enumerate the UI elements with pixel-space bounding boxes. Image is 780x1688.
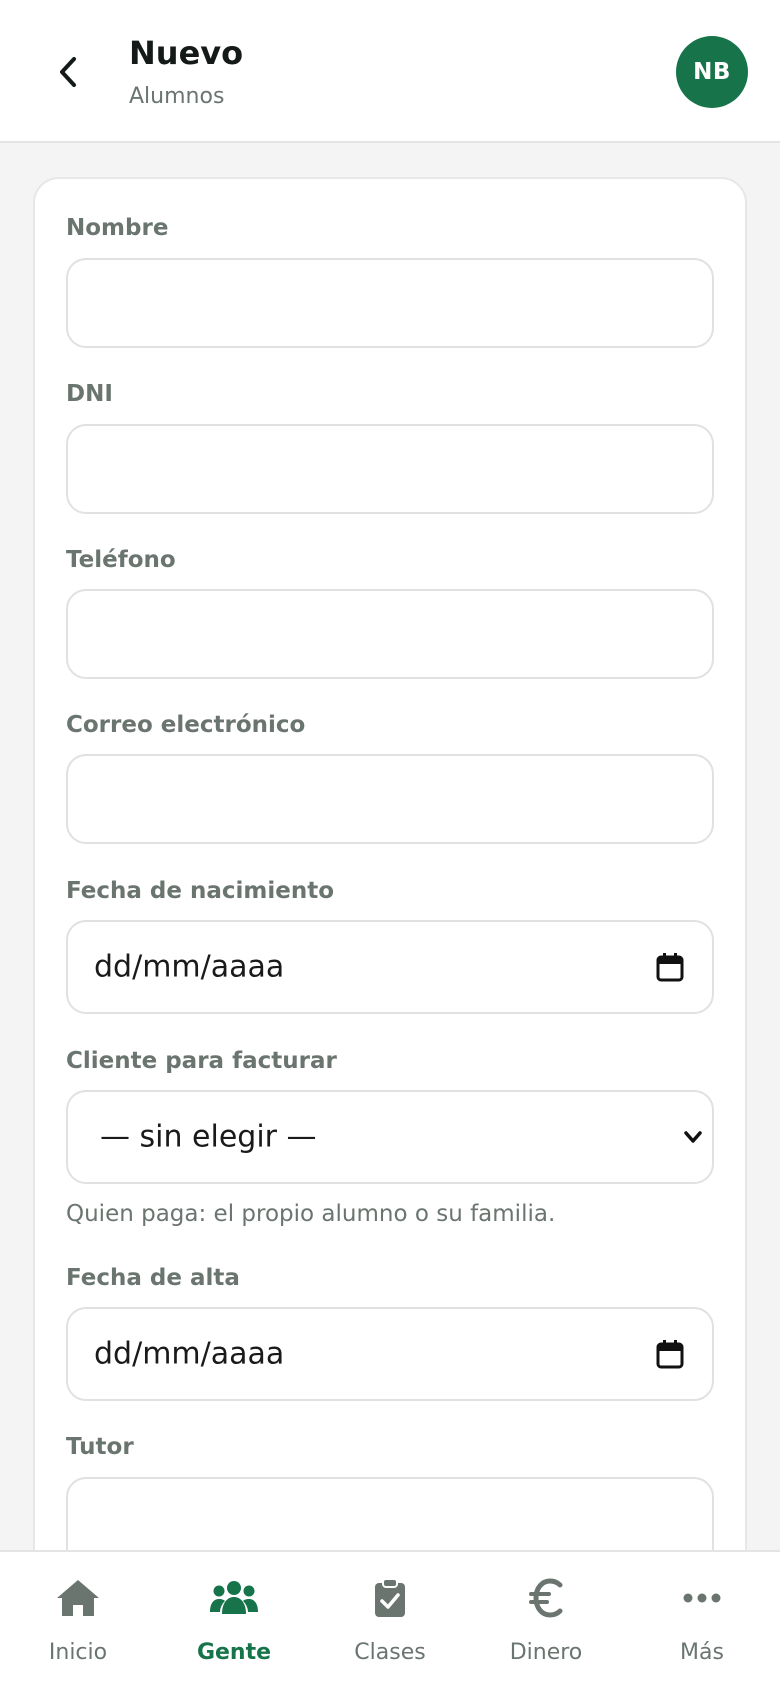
people-icon bbox=[208, 1576, 260, 1620]
chevron-down-icon bbox=[684, 1131, 702, 1143]
nav-label-gente: Gente bbox=[196, 1640, 272, 1665]
nombre-input[interactable] bbox=[66, 258, 714, 348]
nav-label-dinero: Dinero bbox=[509, 1640, 583, 1665]
fecha-nacimiento-value: dd/mm/aaaa bbox=[94, 949, 285, 985]
calendar-icon[interactable] bbox=[656, 952, 684, 982]
nav-item-mas[interactable]: Más bbox=[624, 1552, 780, 1688]
nav-label-clases: Clases bbox=[354, 1640, 426, 1665]
nav-label-mas: Más bbox=[680, 1640, 724, 1665]
more-icon bbox=[676, 1576, 728, 1620]
app-header: Nuevo Alumnos NB bbox=[0, 0, 780, 143]
clipboard-check-icon bbox=[364, 1576, 416, 1620]
nav-item-dinero[interactable]: Dinero bbox=[468, 1552, 624, 1688]
cliente-facturar-help: Quien paga: el propio alumno o su famili… bbox=[66, 1201, 556, 1227]
nav-label-inicio: Inicio bbox=[48, 1640, 108, 1665]
fecha-alta-input[interactable]: dd/mm/aaaa bbox=[66, 1307, 714, 1401]
fecha-nacimiento-input[interactable]: dd/mm/aaaa bbox=[66, 920, 714, 1014]
label-tutor: Tutor bbox=[66, 1434, 134, 1460]
chevron-left-icon bbox=[60, 57, 76, 87]
dni-input[interactable] bbox=[66, 424, 714, 514]
label-fecha-alta: Fecha de alta bbox=[66, 1265, 240, 1291]
correo-input[interactable] bbox=[66, 754, 714, 844]
telefono-input[interactable] bbox=[66, 589, 714, 679]
cliente-facturar-value: — sin elegir — bbox=[100, 1119, 317, 1155]
label-telefono: Teléfono bbox=[66, 547, 176, 573]
home-icon bbox=[52, 1576, 104, 1620]
label-cliente-facturar: Cliente para facturar bbox=[66, 1048, 337, 1074]
back-button[interactable] bbox=[40, 44, 96, 100]
label-nombre: Nombre bbox=[66, 215, 169, 241]
fecha-alta-value: dd/mm/aaaa bbox=[94, 1336, 285, 1372]
label-fecha-nacimiento: Fecha de nacimiento bbox=[66, 878, 335, 904]
avatar[interactable]: NB bbox=[676, 36, 748, 108]
label-dni: DNI bbox=[66, 381, 113, 407]
cliente-facturar-select[interactable]: — sin elegir — bbox=[66, 1090, 714, 1184]
nav-item-inicio[interactable]: Inicio bbox=[0, 1552, 156, 1688]
label-correo: Correo electrónico bbox=[66, 712, 306, 738]
nav-item-gente[interactable]: Gente bbox=[156, 1552, 312, 1688]
nav-item-clases[interactable]: Clases bbox=[312, 1552, 468, 1688]
bottom-nav: Inicio Gente Clases Dinero Más bbox=[0, 1550, 780, 1688]
calendar-icon[interactable] bbox=[656, 1339, 684, 1369]
page-subtitle: Alumnos bbox=[129, 84, 225, 109]
euro-icon bbox=[520, 1576, 572, 1620]
page-title: Nuevo bbox=[129, 34, 244, 72]
